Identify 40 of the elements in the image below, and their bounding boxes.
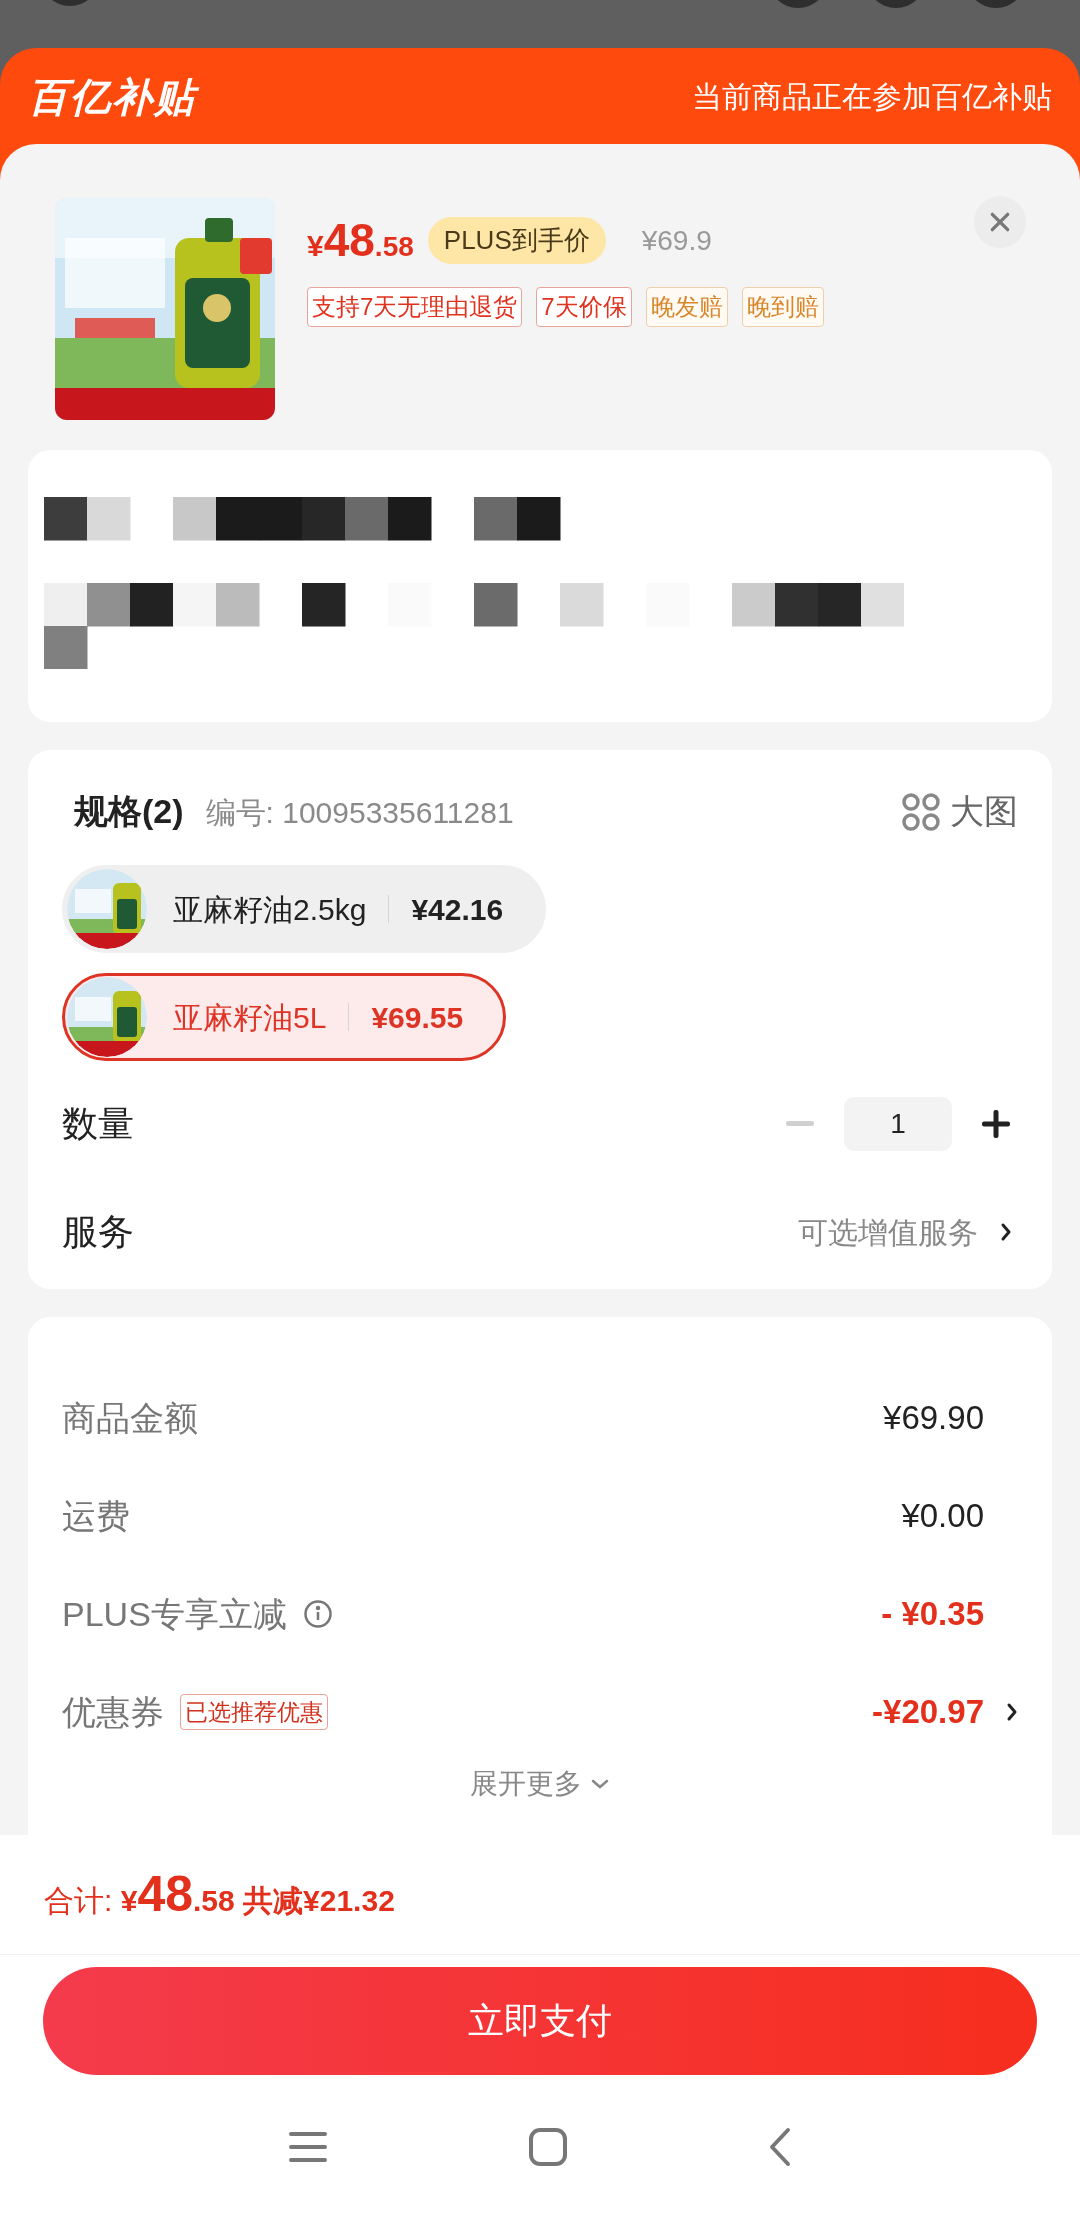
- total-amount: 合计: ¥48.58 共减¥21.32: [44, 1865, 395, 1924]
- summary-label: 商品金额: [62, 1397, 198, 1439]
- product-code: 编号: 10095335611281: [205, 795, 514, 831]
- spec-option[interactable]: 亚麻籽油5L ¥69.55: [62, 973, 507, 1061]
- expand-more-button[interactable]: 展开更多: [470, 1763, 610, 1805]
- service-tag: 晚到赔: [741, 287, 824, 327]
- summary-label: 优惠券: [62, 1691, 164, 1733]
- home-icon[interactable]: [528, 2126, 568, 2167]
- summary-value: -¥20.97: [872, 1692, 984, 1733]
- spec-option[interactable]: 亚麻籽油2.5kg ¥42.16: [62, 865, 547, 953]
- summary-label: PLUS专享立减: [62, 1593, 287, 1635]
- summary-value: ¥69.90: [883, 1398, 984, 1439]
- menu-icon[interactable]: [288, 2129, 328, 2164]
- service-selector[interactable]: 可选增值服务: [798, 1209, 1018, 1255]
- large-image-button[interactable]: 大图: [902, 786, 1018, 837]
- chevron-right-icon: [1000, 1222, 1012, 1242]
- quantity-label: 数量: [62, 1102, 134, 1146]
- price-badge: PLUS到手价: [427, 217, 606, 264]
- summary-value: - ¥0.35: [881, 1594, 984, 1635]
- close-button[interactable]: [974, 196, 1026, 248]
- summary-value: ¥0.00: [901, 1496, 984, 1537]
- service-label: 服务: [62, 1210, 134, 1254]
- summary-label: 运费: [62, 1495, 130, 1537]
- quantity-field[interactable]: 1: [844, 1097, 952, 1151]
- minus-icon: [786, 1121, 814, 1127]
- service-tag: 晚发赔: [645, 287, 728, 327]
- service-tag: 支持7天无理由退货: [307, 287, 523, 327]
- service-tag: 7天价保: [536, 287, 632, 327]
- original-price: ¥69.9: [641, 223, 712, 258]
- grid-icon: [902, 792, 940, 831]
- close-icon: [989, 211, 1011, 233]
- pay-button[interactable]: 立即支付: [43, 1967, 1037, 2075]
- plus-price: ¥48.58: [307, 213, 414, 268]
- plus-icon: [982, 1110, 1010, 1138]
- back-icon[interactable]: [768, 2126, 792, 2167]
- coupon-badge: 已选推荐优惠: [180, 1693, 328, 1731]
- spec-title: 规格(2): [74, 791, 184, 832]
- subsidy-notice: 当前商品正在参加百亿补贴: [692, 79, 1052, 115]
- info-icon[interactable]: [302, 1599, 333, 1629]
- chevron-down-icon: [590, 1778, 610, 1790]
